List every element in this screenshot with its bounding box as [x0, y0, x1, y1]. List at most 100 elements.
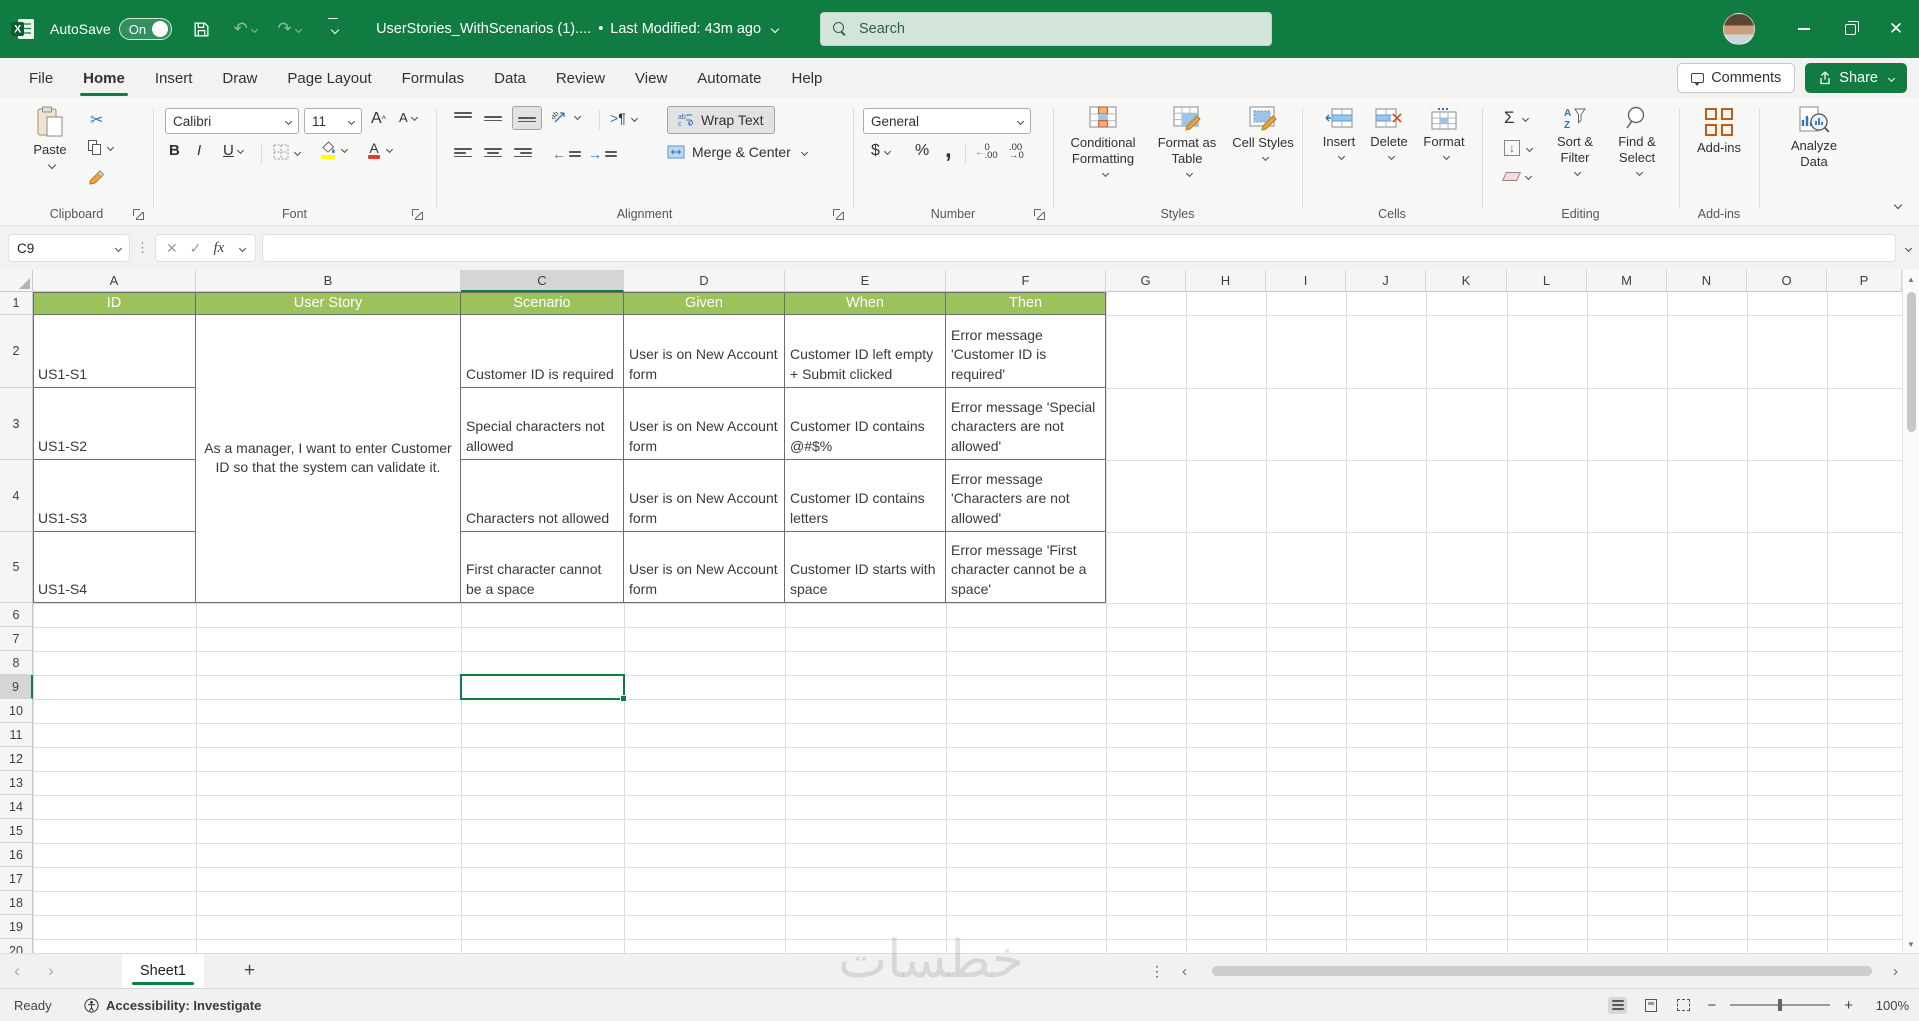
cell-F2[interactable]: Error message 'Customer ID is required' — [946, 315, 1106, 388]
format-painter-icon[interactable] — [88, 170, 105, 186]
cancel-icon[interactable]: ✕ — [166, 240, 178, 257]
scroll-down-icon[interactable]: ▼ — [1907, 940, 1915, 949]
alignment-dialog-launcher-icon[interactable] — [832, 208, 844, 220]
italic-button[interactable]: I — [197, 142, 201, 159]
status-mode[interactable]: Ready — [14, 998, 68, 1013]
column-header-K[interactable]: K — [1426, 270, 1507, 292]
row-header-20[interactable]: 20 — [0, 939, 33, 953]
cell-E2[interactable]: Customer ID left empty + Submit clicked — [785, 315, 946, 388]
cell-C3[interactable]: Special characters not allowed — [461, 388, 624, 460]
align-center-icon[interactable] — [484, 146, 502, 160]
clear-eraser-icon[interactable] — [1504, 172, 1531, 181]
horizontal-scrollbar[interactable] — [1200, 966, 1885, 977]
column-header-D[interactable]: D — [624, 270, 785, 292]
row-header-4[interactable]: 4 — [0, 460, 33, 532]
row-header-16[interactable]: 16 — [0, 843, 33, 867]
wrap-text-button[interactable]: abc Wrap Text — [667, 106, 775, 134]
fill-handle[interactable] — [620, 695, 627, 702]
spreadsheet-grid[interactable]: ABCDEFGHIJKLMNOP123456789101112131415161… — [0, 270, 1902, 953]
decrease-font-size-icon[interactable]: A — [399, 110, 417, 125]
cell-A2[interactable]: US1-S1 — [33, 315, 196, 388]
row-header-11[interactable]: 11 — [0, 723, 33, 747]
cell-C5[interactable]: First character cannot be a space — [461, 532, 624, 603]
increase-font-size-icon[interactable]: A^ — [371, 110, 386, 128]
row-header-6[interactable]: 6 — [0, 603, 33, 627]
name-box[interactable]: C9 — [8, 234, 130, 262]
column-header-I[interactable]: I — [1266, 270, 1346, 292]
text-direction-icon[interactable]: >¶ — [610, 110, 637, 126]
column-header-B[interactable]: B — [196, 270, 461, 292]
header-cell-given[interactable]: Given — [624, 292, 785, 315]
cut-icon[interactable]: ✂ — [90, 110, 103, 130]
cell-E5[interactable]: Customer ID starts with space — [785, 532, 946, 603]
tab-formulas[interactable]: Formulas — [387, 58, 480, 98]
fill-down-icon[interactable]: ↓ — [1504, 140, 1532, 156]
zoom-in-icon[interactable]: + — [1844, 997, 1853, 1014]
row-header-10[interactable]: 10 — [0, 699, 33, 723]
increase-indent-icon[interactable]: → — [588, 146, 617, 162]
font-family-select[interactable]: Calibri — [165, 108, 299, 134]
underline-button[interactable]: U — [223, 142, 243, 159]
expand-formula-bar-icon[interactable] — [1905, 244, 1912, 251]
row-header-3[interactable]: 3 — [0, 388, 33, 460]
conditional-formatting-button[interactable]: Conditional Formatting — [1063, 106, 1143, 176]
page-break-view-icon[interactable] — [1674, 997, 1693, 1014]
paste-button[interactable]: Paste — [24, 106, 76, 168]
zoom-slider-knob[interactable] — [1778, 999, 1782, 1011]
document-title[interactable]: UserStories_WithScenarios (1).... • Last… — [376, 21, 778, 37]
column-header-E[interactable]: E — [785, 270, 946, 292]
column-header-A[interactable]: A — [33, 270, 196, 292]
cell-A4[interactable]: US1-S3 — [33, 460, 196, 532]
autosum-icon[interactable]: Σ — [1504, 108, 1528, 128]
header-cell-when[interactable]: When — [785, 292, 946, 315]
tab-automate[interactable]: Automate — [682, 58, 776, 98]
tab-draw[interactable]: Draw — [207, 58, 272, 98]
vertical-scroll-thumb[interactable] — [1907, 292, 1916, 432]
sort-filter-button[interactable]: A Z Sort & Filter — [1546, 106, 1604, 175]
align-left-icon[interactable] — [454, 146, 472, 160]
column-header-N[interactable]: N — [1667, 270, 1747, 292]
cell-C4[interactable]: Characters not allowed — [461, 460, 624, 532]
clipboard-dialog-launcher-icon[interactable] — [132, 208, 144, 220]
cell-D3[interactable]: User is on New Account form — [624, 388, 785, 460]
redo-icon[interactable]: ↷ — [274, 14, 304, 44]
cell-F5[interactable]: Error message 'First character cannot be… — [946, 532, 1106, 603]
restore-button[interactable] — [1827, 0, 1873, 58]
number-dialog-launcher-icon[interactable] — [1033, 208, 1045, 220]
scroll-up-icon[interactable]: ▲ — [1907, 275, 1915, 284]
accessibility-status[interactable]: Accessibility: Investigate — [84, 998, 261, 1013]
cell-C2[interactable]: Customer ID is required — [461, 315, 624, 388]
increase-decimal-icon[interactable]: ←0.00 — [975, 144, 998, 160]
align-middle-icon[interactable] — [484, 110, 502, 124]
tab-file[interactable]: File — [14, 58, 68, 98]
customize-quick-access-icon[interactable] — [318, 14, 348, 44]
row-header-13[interactable]: 13 — [0, 771, 33, 795]
row-header-1[interactable]: 1 — [0, 292, 33, 315]
font-size-select[interactable]: 11 — [304, 108, 362, 134]
find-select-button[interactable]: Find & Select — [1608, 106, 1666, 175]
insert-cells-button[interactable]: Insert — [1316, 108, 1362, 159]
comments-button[interactable]: Comments — [1677, 63, 1795, 93]
format-cells-button[interactable]: Format — [1418, 108, 1470, 159]
tab-home[interactable]: Home — [68, 58, 140, 98]
tab-view[interactable]: View — [620, 58, 682, 98]
cell-A3[interactable]: US1-S2 — [33, 388, 196, 460]
minimize-button[interactable] — [1781, 0, 1827, 58]
row-header-18[interactable]: 18 — [0, 891, 33, 915]
column-header-O[interactable]: O — [1747, 270, 1827, 292]
fx-chevron-icon[interactable] — [239, 244, 246, 251]
hscroll-right-icon[interactable]: › — [1893, 963, 1898, 980]
selected-cell-C9[interactable] — [460, 674, 625, 700]
undo-icon[interactable]: ↶ — [230, 14, 260, 44]
addins-button[interactable]: Add-ins — [1691, 108, 1747, 156]
select-all-corner[interactable] — [0, 270, 33, 292]
comma-style-icon[interactable]: , — [945, 136, 952, 164]
zoom-level[interactable]: 100% — [1867, 998, 1909, 1013]
collapse-ribbon-icon[interactable] — [1891, 197, 1901, 215]
column-header-P[interactable]: P — [1827, 270, 1902, 292]
save-icon[interactable] — [186, 14, 216, 44]
autosave-toggle[interactable]: AutoSave On — [50, 18, 172, 40]
cell-D2[interactable]: User is on New Account form — [624, 315, 785, 388]
percent-icon[interactable]: % — [915, 142, 929, 160]
zoom-slider[interactable] — [1730, 1004, 1830, 1006]
